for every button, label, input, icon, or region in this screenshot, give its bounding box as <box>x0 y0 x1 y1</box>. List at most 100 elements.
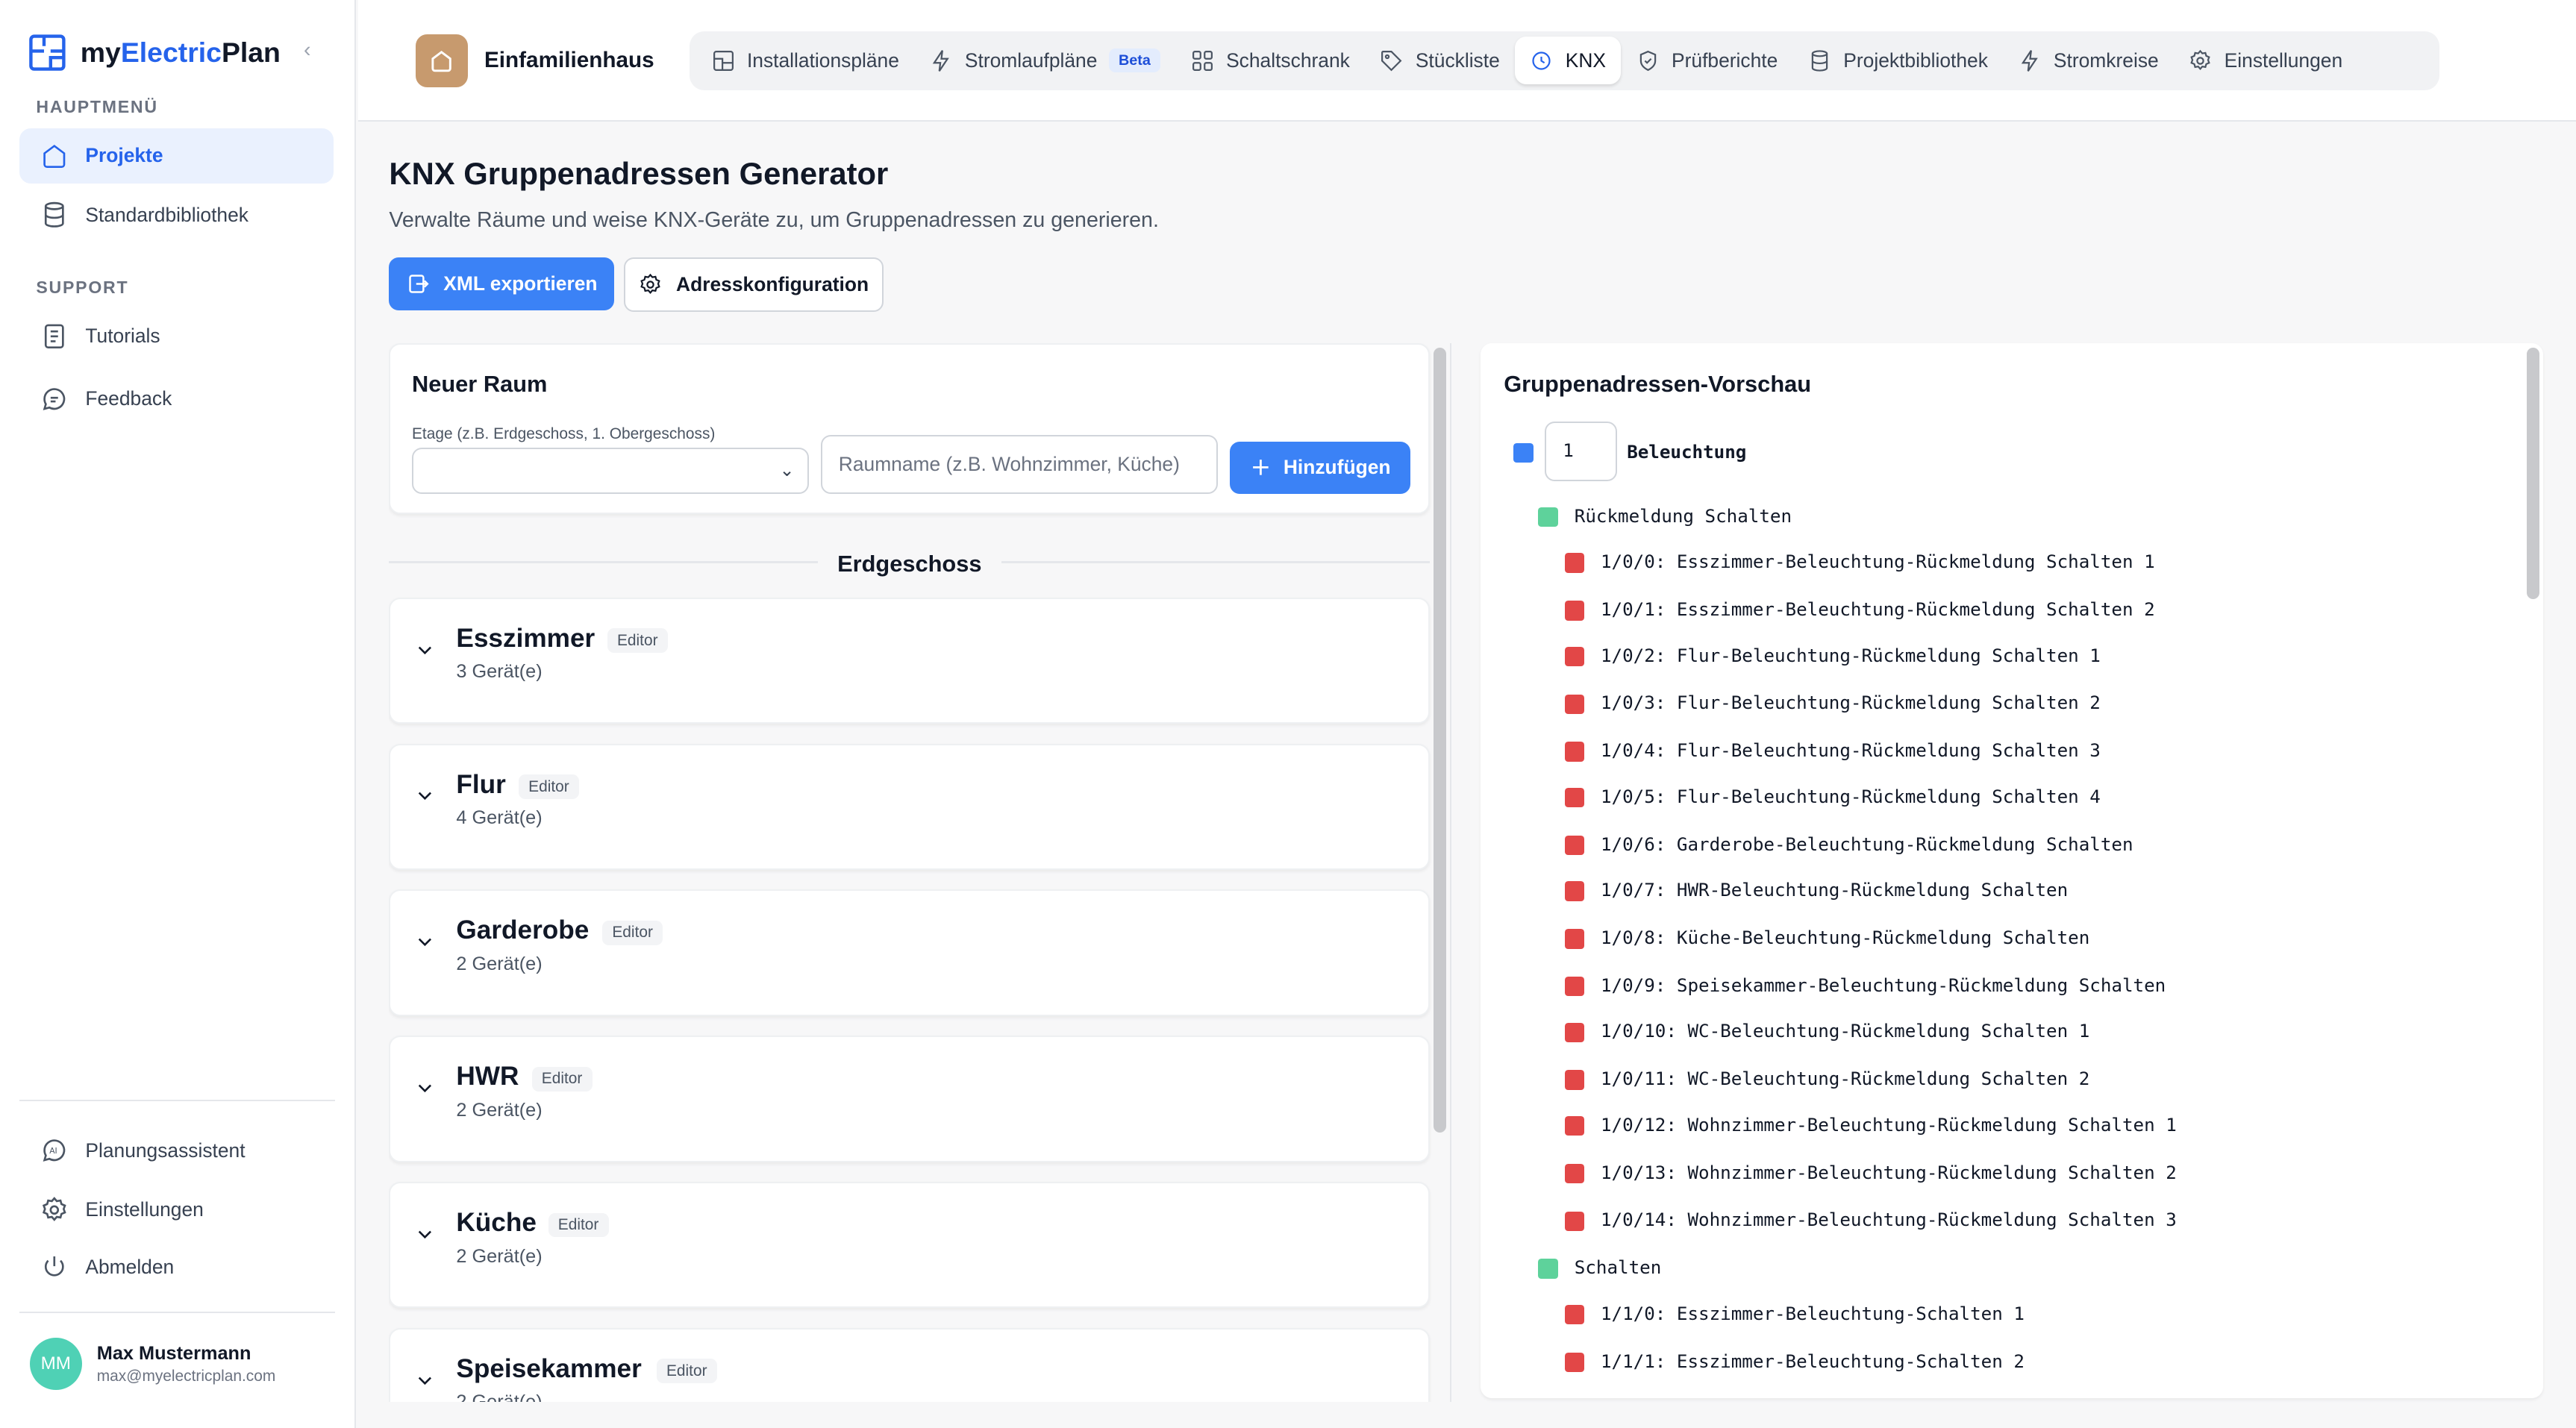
chevron-down-icon[interactable] <box>413 784 437 807</box>
address-marker <box>1564 1022 1584 1042</box>
address-marker <box>1564 694 1584 714</box>
middle-group-name: Rückmeldung Schalten <box>1574 505 1792 527</box>
tab-label: Stromlaufpläne <box>964 48 1098 72</box>
export-icon <box>408 275 429 293</box>
address-marker <box>1564 1115 1584 1136</box>
layout-icon <box>713 50 734 71</box>
button-label: Hinzufügen <box>1283 456 1391 479</box>
collapse-sidebar-button[interactable]: ‹ <box>304 38 311 63</box>
tab-schaltschrank[interactable]: Schaltschrank <box>1175 37 1365 84</box>
tab-stromlaufplaene[interactable]: Stromlaufpläne Beta <box>914 37 1175 84</box>
room-card-speisekammer[interactable]: Speisekammer Editor 2 Gerät(e) <box>389 1327 1431 1402</box>
floorplan-logo-icon <box>29 34 66 71</box>
database-icon <box>44 202 64 228</box>
tab-stromkreise[interactable]: Stromkreise <box>2003 37 2174 84</box>
group-address: 1/0/1: Esszimmer-Beleuchtung-Rückmeldung… <box>1600 598 2155 620</box>
tab-stueckliste[interactable]: Stückliste <box>1365 37 1515 84</box>
room-device-count: 2 Gerät(e) <box>456 953 543 974</box>
section-label-support: SUPPORT <box>36 277 129 297</box>
knx-icon <box>1532 51 1551 70</box>
plus-icon <box>1252 460 1269 476</box>
section-label-main: HAUPTMENÜ <box>36 96 158 116</box>
tab-pruefberichte[interactable]: Prüfberichte <box>1621 37 1792 84</box>
group-address: 1/0/5: Flur-Beleuchtung-Rückmeldung Scha… <box>1600 786 2101 807</box>
svg-text:AI: AI <box>49 1146 57 1156</box>
address-marker <box>1564 601 1584 621</box>
tab-knx[interactable]: KNX <box>1514 37 1621 85</box>
tab-installationsplaene[interactable]: Installationspläne <box>696 37 914 84</box>
room-device-count: 4 Gerät(e) <box>456 807 543 829</box>
main-group-name: Beleuchtung <box>1627 441 1747 463</box>
floor-heading: Erdgeschoss <box>389 548 1430 578</box>
avatar: MM <box>29 1338 82 1391</box>
ai-icon: AI <box>43 1139 66 1162</box>
editor-badge: Editor <box>548 1212 609 1238</box>
sidebar-item-projekte[interactable]: Projekte <box>19 128 334 184</box>
address-marker <box>1564 1352 1584 1373</box>
sidebar-item-planungsassistent[interactable]: AI Planungsassistent <box>19 1123 333 1179</box>
tag-icon <box>1381 50 1402 72</box>
room-name: Esszimmer <box>456 623 595 653</box>
top-bar: Einfamilienhaus Installationspläne Strom… <box>357 0 2576 122</box>
room-card-esszimmer[interactable]: Esszimmer Editor 3 Gerät(e) <box>389 597 1431 724</box>
main-group-number-field[interactable]: 1 <box>1545 422 1617 481</box>
group-address: 1/0/14: Wohnzimmer-Beleuchtung-Rückmeldu… <box>1600 1209 2177 1231</box>
chevron-down-icon[interactable] <box>413 639 437 662</box>
chat-icon <box>43 388 66 410</box>
sidebar-item-abmelden[interactable]: Abmelden <box>19 1239 333 1295</box>
panel-divider <box>1449 342 1451 1402</box>
chevron-down-icon[interactable] <box>413 1223 437 1246</box>
export-xml-button[interactable]: XML exportieren <box>389 257 614 310</box>
logo-text: myElectricPlan <box>80 36 281 68</box>
tab-label: Projektbibliothek <box>1843 48 1988 72</box>
button-label: XML exportieren <box>443 272 598 295</box>
group-address: 1/0/3: Flur-Beleuchtung-Rückmeldung Scha… <box>1600 692 2101 714</box>
gear-icon <box>640 273 661 295</box>
floor-select[interactable]: ⌄ <box>411 448 810 494</box>
tab-label: Einstellungen <box>2224 48 2343 72</box>
room-card-hwr[interactable]: HWR Editor 2 Gerät(e) <box>389 1036 1431 1162</box>
sidebar-item-einstellungen[interactable]: Einstellungen <box>19 1182 333 1238</box>
sidebar-item-tutorials[interactable]: Tutorials <box>19 309 333 365</box>
chevron-down-icon[interactable] <box>413 930 437 953</box>
room-device-count: 2 Gerät(e) <box>456 1099 543 1121</box>
address-marker <box>1564 881 1584 901</box>
room-device-count: 3 Gerät(e) <box>456 661 543 683</box>
address-marker <box>1564 742 1584 762</box>
address-marker <box>1564 1304 1584 1325</box>
sidebar-divider <box>19 1311 335 1313</box>
rooms-panel: Neuer Raum Etage (z.B. Erdgeschoss, 1. O… <box>389 342 1431 1402</box>
page-title: KNX Gruppenadressen Generator <box>389 156 889 191</box>
address-config-button[interactable]: Adresskonfiguration <box>624 257 884 312</box>
project-home-icon <box>415 34 468 87</box>
gear-icon <box>42 1196 66 1221</box>
sidebar-item-feedback[interactable]: Feedback <box>19 371 333 427</box>
button-label: Adresskonfiguration <box>676 273 869 296</box>
sidebar: myElectricPlan ‹ HAUPTMENÜ Projekte Stan… <box>0 0 357 1428</box>
project-tabs: Installationspläne Stromlaufpläne Beta S… <box>689 31 2440 90</box>
chevron-down-icon[interactable] <box>413 1077 437 1100</box>
chevron-down-icon[interactable] <box>413 1369 437 1392</box>
project-name: Einfamilienhaus <box>484 47 654 72</box>
tab-projektbibliothek[interactable]: Projektbibliothek <box>1792 37 2003 84</box>
room-card-flur[interactable]: Flur Editor 4 Gerät(e) <box>389 743 1431 870</box>
sidebar-item-label: Feedback <box>85 387 172 410</box>
rooms-scrollbar[interactable] <box>1433 348 1447 1133</box>
sidebar-item-standardbibliothek[interactable]: Standardbibliothek <box>19 187 333 243</box>
page-subtitle: Verwalte Räume und weise KNX-Geräte zu, … <box>389 208 1159 233</box>
tab-einstellungen[interactable]: Einstellungen <box>2173 37 2357 84</box>
beta-badge: Beta <box>1108 48 1161 73</box>
room-name: Küche <box>456 1207 537 1237</box>
group-address: 1/0/10: WC-Beleuchtung-Rückmeldung Schal… <box>1600 1021 2090 1042</box>
room-device-count: 2 Gerät(e) <box>456 1391 542 1401</box>
logo[interactable]: myElectricPlan ‹ <box>28 31 323 74</box>
room-name: Garderobe <box>456 915 590 945</box>
address-marker <box>1564 646 1584 667</box>
user-profile[interactable]: MM Max Mustermann max@myelectricplan.com <box>29 1338 275 1391</box>
add-room-button[interactable]: Hinzufügen <box>1229 441 1410 494</box>
preview-scrollbar[interactable] <box>2526 348 2540 599</box>
group-address: 1/0/6: Garderobe-Beleuchtung-Rückmeldung… <box>1600 833 2133 855</box>
room-card-kueche[interactable]: Küche Editor 2 Gerät(e) <box>389 1181 1431 1309</box>
room-card-garderobe[interactable]: Garderobe Editor 2 Gerät(e) <box>389 889 1431 1016</box>
room-name-input[interactable] <box>820 434 1219 494</box>
